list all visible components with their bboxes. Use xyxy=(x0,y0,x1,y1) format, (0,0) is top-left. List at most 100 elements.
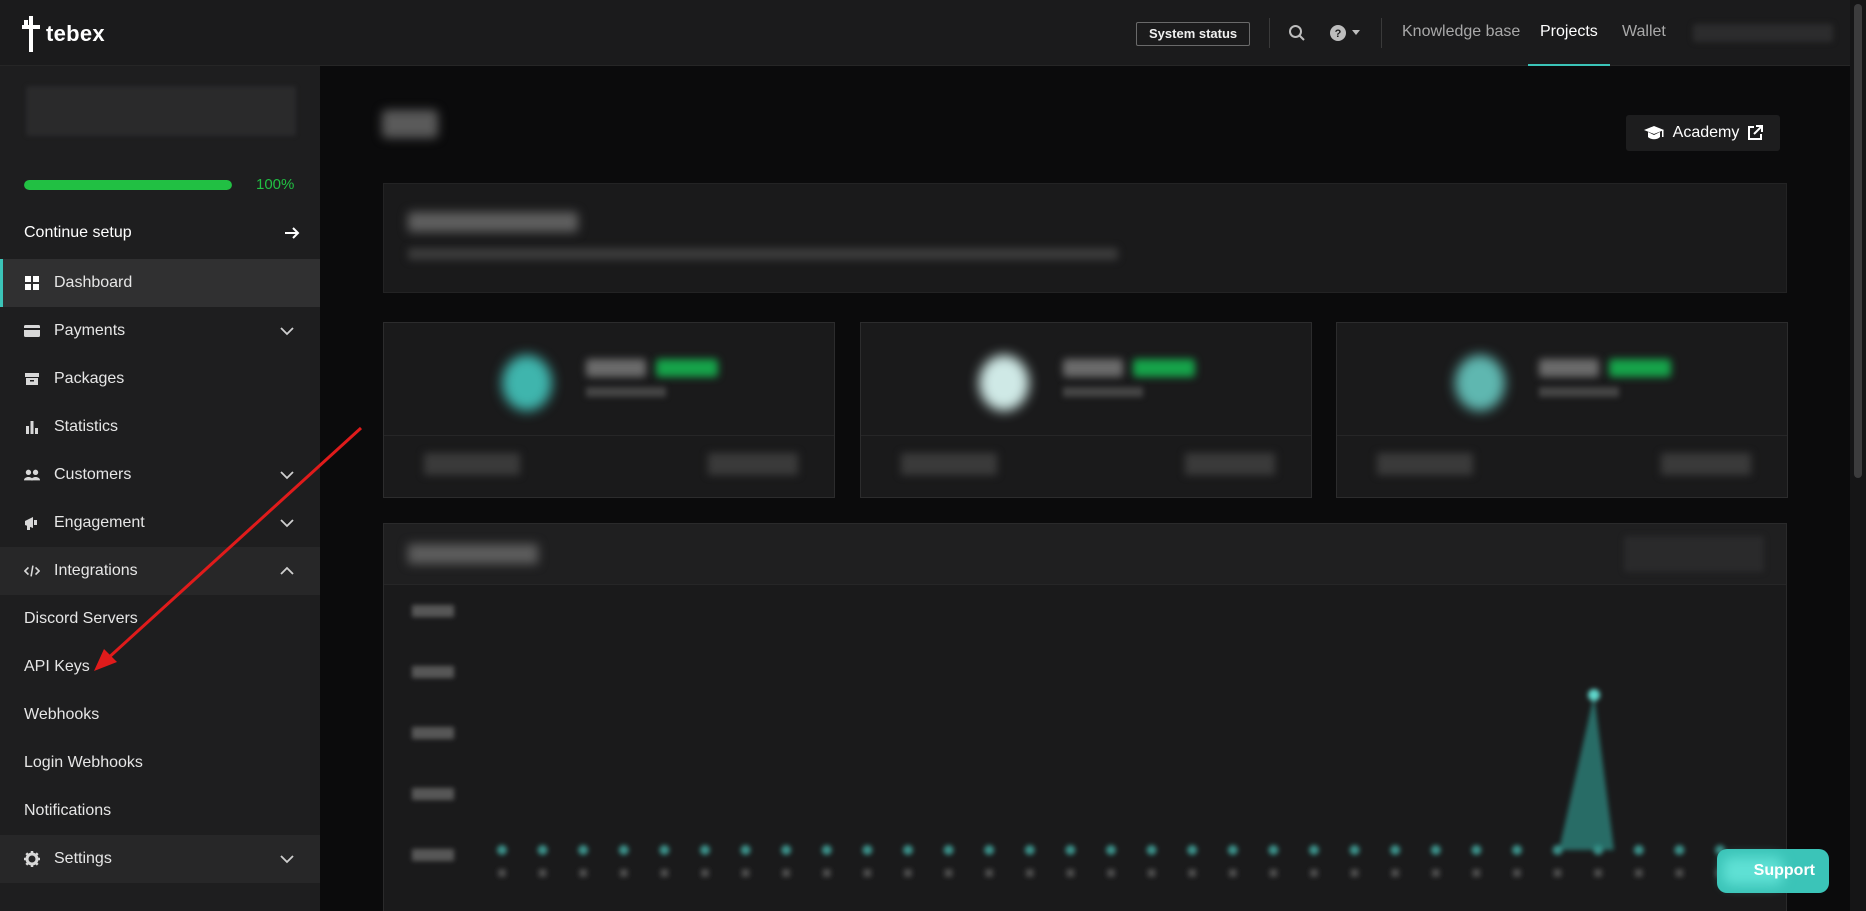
integrations-submenu: Discord Servers API Keys Webhooks Login … xyxy=(0,595,320,835)
stat-card-footer-left xyxy=(424,453,520,475)
chevron-down-icon xyxy=(280,855,294,864)
chart-range-select[interactable] xyxy=(1624,536,1764,572)
sidebar-item-engagement[interactable]: Engagement xyxy=(0,499,320,547)
search-icon[interactable] xyxy=(1286,22,1308,44)
sidebar-item-webhooks[interactable]: Webhooks xyxy=(0,691,320,739)
y-tick-label xyxy=(412,788,454,800)
tebex-logo[interactable]: tebex xyxy=(22,16,105,52)
support-button[interactable]: Support xyxy=(1717,849,1829,893)
x-tick-label xyxy=(1228,869,1237,877)
x-tick-label xyxy=(863,869,872,877)
sidebar-item-api-keys[interactable]: API Keys xyxy=(0,643,320,691)
stat-card xyxy=(383,322,835,498)
system-status-button[interactable]: System status xyxy=(1136,22,1251,46)
sidebar-item-notifications[interactable]: Notifications xyxy=(0,787,320,835)
stat-card-footer-right xyxy=(1185,453,1275,475)
x-tick-label xyxy=(1472,869,1481,877)
sidebar-item-label: Customers xyxy=(54,466,132,483)
sidebar-item-label: Payments xyxy=(54,322,126,339)
wallet-link[interactable]: Wallet xyxy=(1622,23,1666,41)
knowledge-base-link[interactable]: Knowledge base xyxy=(1402,23,1520,41)
sidebar-item-label: Packages xyxy=(54,370,125,387)
stat-card-caption xyxy=(586,387,666,397)
x-tick-label xyxy=(1269,869,1278,877)
x-tick-label xyxy=(782,869,791,877)
x-tick-label xyxy=(985,869,994,877)
chart-point xyxy=(740,845,751,855)
chart-point xyxy=(1588,689,1600,701)
users-icon xyxy=(24,467,40,483)
store-selector[interactable] xyxy=(26,86,296,136)
svg-text:?: ? xyxy=(1335,28,1342,40)
x-tick-label xyxy=(538,869,547,877)
x-tick-label xyxy=(701,869,709,877)
academy-button[interactable]: Academy xyxy=(1626,115,1780,151)
welcome-banner xyxy=(383,183,1787,293)
x-tick-label xyxy=(944,869,953,877)
sidebar-item-label: Settings xyxy=(54,850,112,867)
sidebar-item-label: Engagement xyxy=(54,514,145,531)
user-menu[interactable] xyxy=(1693,24,1833,42)
x-tick-label xyxy=(1310,869,1318,877)
main-content: Academy xyxy=(320,66,1850,911)
stat-card-caption xyxy=(1539,387,1619,397)
gear-icon xyxy=(24,851,40,867)
x-tick-label xyxy=(1350,869,1359,877)
x-tick-label xyxy=(741,869,750,877)
x-tick-label xyxy=(1675,869,1684,877)
sidebar-item-login-webhooks[interactable]: Login Webhooks xyxy=(0,739,320,787)
stat-card-caption xyxy=(1063,387,1143,397)
stat-card-footer-left xyxy=(1377,453,1473,475)
x-tick-label xyxy=(1553,869,1562,877)
chart-point xyxy=(1349,845,1360,855)
scrollbar-thumb[interactable] xyxy=(1854,4,1862,478)
divider xyxy=(861,435,1311,436)
caret-down-icon[interactable] xyxy=(1350,22,1362,44)
logo-text: tebex xyxy=(46,21,105,46)
chart-header xyxy=(384,524,1786,585)
sidebar-item-settings[interactable]: Settings xyxy=(0,835,320,883)
banner-description xyxy=(408,248,1118,260)
chart-point xyxy=(862,845,873,855)
chart-point xyxy=(1633,845,1644,855)
grid-icon xyxy=(24,275,40,291)
sidebar-item-label: Integrations xyxy=(54,562,138,579)
sidebar-item-packages[interactable]: Packages xyxy=(0,355,320,403)
divider xyxy=(384,435,834,436)
stat-card-icon xyxy=(502,355,552,411)
chevron-down-icon xyxy=(280,471,294,480)
x-tick-label xyxy=(1188,869,1197,877)
sidebar-item-label: Statistics xyxy=(54,418,119,435)
stat-card-icon xyxy=(979,355,1029,411)
sidebar-item-discord-servers[interactable]: Discord Servers xyxy=(0,595,320,643)
chart-point xyxy=(618,845,629,855)
sidebar-item-customers[interactable]: Customers xyxy=(0,451,320,499)
sidebar-nav: Dashboard Payments Packages Statistics C… xyxy=(0,259,320,883)
revenue-chart xyxy=(412,605,1725,877)
chart-point xyxy=(984,845,995,855)
help-icon[interactable]: ? xyxy=(1327,22,1349,44)
x-tick-label xyxy=(1147,869,1156,877)
chart-area xyxy=(1521,695,1614,850)
y-tick-label xyxy=(412,727,454,739)
y-tick-label xyxy=(412,666,454,678)
sidebar-item-payments[interactable]: Payments xyxy=(0,307,320,355)
arrow-right-icon xyxy=(285,227,300,239)
chart-point xyxy=(1512,845,1522,855)
sidebar-item-statistics[interactable]: Statistics xyxy=(0,403,320,451)
sidebar-item-dashboard[interactable]: Dashboard xyxy=(0,259,320,307)
divider xyxy=(1381,18,1382,48)
sidebar-item-integrations[interactable]: Integrations xyxy=(0,547,320,595)
stat-card xyxy=(860,322,1312,498)
chart-point xyxy=(1106,845,1116,855)
academy-label: Academy xyxy=(1672,124,1740,141)
chart-point xyxy=(781,845,792,855)
chevron-down-icon xyxy=(280,327,294,336)
projects-link[interactable]: Projects xyxy=(1540,23,1598,41)
stat-card-icon xyxy=(1455,355,1505,411)
tebex-logo-icon xyxy=(22,16,40,52)
chart-point xyxy=(1227,845,1238,855)
page-scrollbar[interactable] xyxy=(1850,0,1866,911)
external-link-icon xyxy=(1748,125,1764,140)
continue-setup-button[interactable]: Continue setup xyxy=(24,218,300,248)
